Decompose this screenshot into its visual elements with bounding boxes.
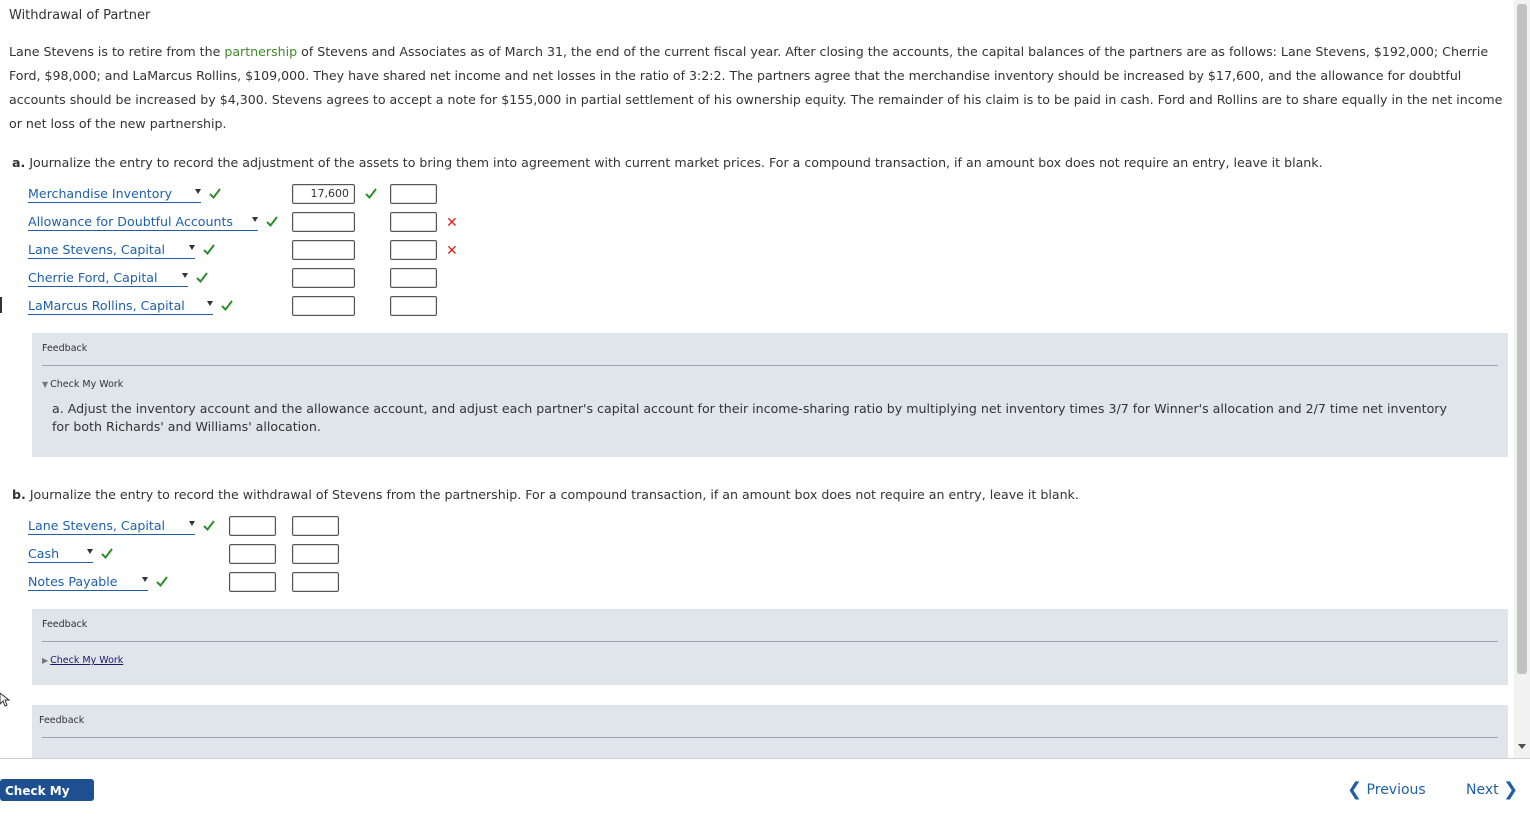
credit-amount-input[interactable] [390,240,437,260]
checkmark-icon [156,576,168,587]
part-a-prompt: a. Journalize the entry to record the ad… [12,155,1323,170]
checkmark-icon [209,188,221,199]
part-b-text: Journalize the entry to record the withd… [29,487,1079,502]
account-select[interactable]: Cherrie Ford, Capital [28,270,188,287]
problem-statement: Lane Stevens is to retire from the partn… [9,40,1504,136]
credit-amount-input[interactable] [292,572,339,592]
account-select[interactable]: Lane Stevens, Capital [28,518,195,535]
feedback-label: Feedback [42,343,88,354]
feedback-text: a. Adjust the inventory account and the … [52,401,1447,434]
mouse-cursor-icon [0,692,11,711]
debit-amount-input[interactable] [292,240,355,260]
checkmark-icon [196,272,208,283]
account-label: Lane Stevens, Capital [28,242,166,257]
account-select[interactable]: LaMarcus Rollins, Capital [28,298,213,315]
debit-amount-input[interactable] [229,572,276,592]
account-select[interactable]: Cash [28,546,93,563]
check-my-work-toggle[interactable]: ▶ Check My Work [42,655,123,666]
checkmark-icon [221,300,233,311]
feedback-label: Feedback [42,619,88,630]
toggle-label: Check My Work [50,655,124,666]
credit-amount-input[interactable] [390,184,437,204]
feedback-divider [42,365,1498,366]
feedback-divider [42,641,1498,642]
account-select[interactable]: Allowance for Doubtful Accounts [28,214,258,231]
account-label: Cash [28,546,60,561]
page-title: Withdrawal of Partner [9,8,151,23]
feedback-panel-b: Feedback ▶ Check My Work [32,609,1508,685]
credit-amount-input[interactable] [390,296,437,316]
feedback-label: Feedback [39,715,85,726]
vertical-scrollbar[interactable] [1514,0,1530,758]
debit-amount-input[interactable] [229,544,276,564]
debit-amount-input[interactable] [292,296,355,316]
credit-amount-input[interactable] [390,212,437,232]
caret-down-icon [189,521,195,526]
caret-down-icon [189,245,195,250]
previous-button[interactable]: ❮ Previous [1347,779,1426,801]
checkmark-icon [365,188,377,199]
credit-amount-input[interactable] [292,516,339,536]
feedback-divider [42,737,1498,738]
chevron-left-icon: ❮ [1347,779,1363,800]
credit-amount-input[interactable] [292,544,339,564]
checkmark-icon [101,548,113,559]
footer-bar: Check My Work ❮ Previous Next ❯ [0,758,1530,822]
feedback-panel-a: Feedback ▼ Check My Work a. Adjust the in… [32,333,1508,457]
account-label: Lane Stevens, Capital [28,518,166,533]
feedback-panel-overall: Feedback [32,705,1508,758]
caret-down-icon [182,273,188,278]
caret-down-icon [252,217,258,222]
check-my-work-toggle[interactable]: ▼ Check My Work [42,379,123,390]
assignment-content: Withdrawal of Partner Lane Stevens is to… [0,0,1514,758]
account-label: LaMarcus Rollins, Capital [28,298,185,313]
caret-down-icon [195,189,201,194]
x-mark-icon: ✕ [446,243,458,259]
caret-down-icon [87,549,93,554]
partnership-link[interactable]: partnership [224,44,297,59]
checkmark-icon [203,244,215,255]
scrollbar-thumb[interactable] [1517,4,1527,674]
credit-amount-input[interactable] [390,268,437,288]
toggle-label: Check My Work [50,379,124,390]
next-button[interactable]: Next ❯ [1466,779,1518,801]
part-a-letter: a. [12,155,26,170]
debit-amount-input[interactable] [229,516,276,536]
part-b-prompt: b. Journalize the entry to record the wi… [12,487,1079,502]
check-my-work-button[interactable]: Check My Work [0,779,94,822]
part-a-text: Journalize the entry to record the adjus… [29,155,1323,170]
account-label: Cherrie Ford, Capital [28,270,158,285]
triangle-down-icon: ▼ [42,380,49,389]
debit-amount-input[interactable] [292,212,355,232]
checkmark-icon [203,520,215,531]
checkmark-icon [266,216,278,227]
account-select[interactable]: Lane Stevens, Capital [28,242,195,259]
debit-amount-input[interactable]: 17,600 [292,184,355,204]
intro-before: Lane Stevens is to retire from the [9,44,225,59]
debit-amount-input[interactable] [292,268,355,288]
account-select[interactable]: Merchandise Inventory [28,186,201,203]
caret-down-icon [207,301,213,306]
x-mark-icon: ✕ [446,215,458,231]
left-edge-marker [0,297,2,313]
account-select[interactable]: Notes Payable [28,574,148,591]
chevron-right-icon: ❯ [1503,779,1519,800]
triangle-right-icon: ▶ [42,656,49,665]
account-label: Merchandise Inventory [28,186,173,201]
scroll-down-icon[interactable] [1518,744,1526,749]
part-b-letter: b. [12,487,26,502]
caret-down-icon [142,577,148,582]
account-label: Allowance for Doubtful Accounts [28,214,233,229]
account-label: Notes Payable [28,574,118,589]
